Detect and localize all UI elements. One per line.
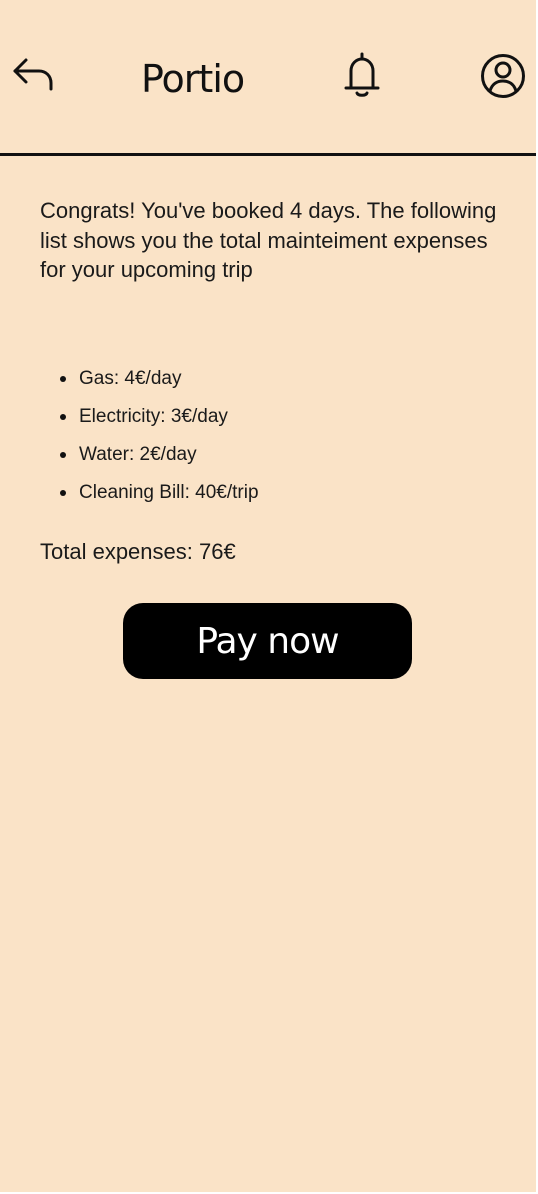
bell-icon xyxy=(342,51,382,104)
top-bar: Portio xyxy=(0,0,536,156)
pay-now-button[interactable]: Pay now xyxy=(123,603,412,679)
app-title: Portio xyxy=(141,57,245,101)
back-arrow-icon xyxy=(11,54,55,99)
app-screen: Portio Congrats! You've booked 4 days. T… xyxy=(0,0,536,1192)
expense-list: Gas: 4€/day Electricity: 3€/day Water: 2… xyxy=(60,360,259,512)
expense-item-electricity: Electricity: 3€/day xyxy=(60,398,259,436)
back-button[interactable] xyxy=(10,56,56,96)
expense-item-cleaning: Cleaning Bill: 40€/trip xyxy=(60,474,259,512)
expense-item-gas: Gas: 4€/day xyxy=(60,360,259,398)
profile-button[interactable] xyxy=(478,53,528,103)
notifications-button[interactable] xyxy=(340,52,384,102)
booking-summary-text: Congrats! You've booked 4 days. The foll… xyxy=(40,198,497,282)
total-expenses: Total expenses: 76€ xyxy=(40,539,236,564)
expense-item-water: Water: 2€/day xyxy=(60,436,259,474)
user-profile-icon xyxy=(480,53,526,104)
